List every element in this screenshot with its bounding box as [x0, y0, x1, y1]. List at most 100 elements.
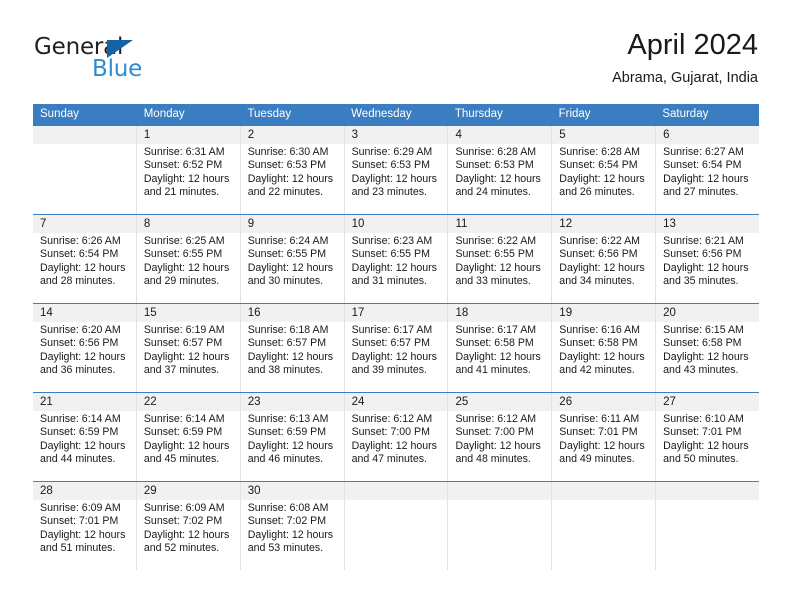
sunset-text: Sunset: 6:54 PM — [559, 159, 638, 172]
daylight-text-line2: and 31 minutes. — [351, 275, 427, 288]
sunset-text: Sunset: 7:00 PM — [351, 426, 430, 439]
day-cell[interactable]: 10 Sunrise: 6:23 AM Sunset: 6:55 PM Dayl… — [344, 215, 449, 303]
sunrise-text: Sunrise: 6:17 AM — [351, 324, 433, 336]
day-cell[interactable] — [344, 482, 449, 570]
daylight-text-line1: Daylight: 12 hours — [247, 261, 334, 274]
day-number: 27 — [656, 393, 760, 411]
daylight-text-line2: and 44 minutes. — [40, 453, 116, 466]
daylight-text-line2: and 37 minutes. — [143, 364, 220, 377]
day-cell[interactable]: 21 Sunrise: 6:14 AM Sunset: 6:59 PM Dayl… — [33, 393, 137, 481]
day-cell[interactable]: 22 Sunrise: 6:14 AM Sunset: 6:59 PM Dayl… — [136, 393, 241, 481]
day-cell[interactable]: 6 Sunrise: 6:27 AM Sunset: 6:54 PM Dayli… — [656, 126, 760, 214]
daylight-text-line2: and 36 minutes. — [40, 364, 116, 377]
day-number: 3 — [344, 126, 448, 144]
day-cell[interactable]: 30 Sunrise: 6:08 AM Sunset: 7:02 PM Dayl… — [240, 482, 345, 570]
daylight-text-line2: and 23 minutes. — [351, 186, 427, 199]
day-cell[interactable]: 15 Sunrise: 6:19 AM Sunset: 6:57 PM Dayl… — [136, 304, 241, 392]
sunrise-text: Sunrise: 6:10 AM — [663, 413, 744, 425]
day-info: Sunrise: 6:14 AM Sunset: 6:59 PM Dayligh… — [33, 411, 136, 467]
day-cell[interactable]: 26 Sunrise: 6:11 AM Sunset: 7:01 PM Dayl… — [552, 393, 657, 481]
sunrise-text: Sunrise: 6:25 AM — [143, 235, 225, 247]
day-cell[interactable]: 19 Sunrise: 6:16 AM Sunset: 6:58 PM Dayl… — [552, 304, 657, 392]
weekday-header-row: Sunday Monday Tuesday Wednesday Thursday… — [33, 104, 759, 125]
sunset-text: Sunset: 6:58 PM — [663, 337, 742, 350]
day-cell[interactable] — [552, 482, 657, 570]
day-cell[interactable]: 9 Sunrise: 6:24 AM Sunset: 6:55 PM Dayli… — [240, 215, 345, 303]
day-cell[interactable] — [448, 482, 553, 570]
day-cell[interactable]: 4 Sunrise: 6:28 AM Sunset: 6:53 PM Dayli… — [448, 126, 553, 214]
day-number: 30 — [240, 482, 344, 500]
day-cell[interactable]: 2 Sunrise: 6:30 AM Sunset: 6:53 PM Dayli… — [240, 126, 345, 214]
day-cell[interactable]: 20 Sunrise: 6:15 AM Sunset: 6:58 PM Dayl… — [656, 304, 760, 392]
location-subtitle: Abrama, Gujarat, India — [612, 70, 758, 86]
daylight-text-line1: Daylight: 12 hours — [40, 261, 126, 274]
sunrise-text: Sunrise: 6:09 AM — [40, 502, 121, 514]
day-info: Sunrise: 6:12 AM Sunset: 7:00 PM Dayligh… — [448, 411, 551, 467]
general-blue-logo[interactable]: General Blue — [34, 34, 234, 90]
day-cell[interactable]: 28 Sunrise: 6:09 AM Sunset: 7:01 PM Dayl… — [33, 482, 137, 570]
day-number: 2 — [240, 126, 344, 144]
sunset-text: Sunset: 6:53 PM — [455, 159, 534, 172]
day-info: Sunrise: 6:09 AM Sunset: 7:02 PM Dayligh… — [137, 500, 240, 556]
day-cell[interactable]: 1 Sunrise: 6:31 AM Sunset: 6:52 PM Dayli… — [136, 126, 241, 214]
daylight-text-line2: and 45 minutes. — [143, 453, 220, 466]
sunset-text: Sunset: 7:01 PM — [40, 515, 119, 528]
day-number: 18 — [448, 304, 552, 322]
sunset-text: Sunset: 6:56 PM — [663, 248, 742, 261]
day-info: Sunrise: 6:28 AM Sunset: 6:54 PM Dayligh… — [552, 144, 655, 200]
daylight-text-line1: Daylight: 12 hours — [663, 172, 749, 185]
day-cell[interactable]: 7 Sunrise: 6:26 AM Sunset: 6:54 PM Dayli… — [33, 215, 137, 303]
day-cell[interactable]: 13 Sunrise: 6:21 AM Sunset: 6:56 PM Dayl… — [656, 215, 760, 303]
sunset-text: Sunset: 7:02 PM — [247, 515, 327, 528]
day-cell[interactable]: 17 Sunrise: 6:17 AM Sunset: 6:57 PM Dayl… — [344, 304, 449, 392]
day-cell[interactable]: 16 Sunrise: 6:18 AM Sunset: 6:57 PM Dayl… — [240, 304, 345, 392]
week-row: 28 Sunrise: 6:09 AM Sunset: 7:01 PM Dayl… — [33, 481, 760, 570]
sunset-text: Sunset: 6:59 PM — [40, 426, 119, 439]
sunrise-text: Sunrise: 6:24 AM — [247, 235, 329, 247]
day-info: Sunrise: 6:17 AM Sunset: 6:58 PM Dayligh… — [448, 322, 551, 378]
daylight-text-line2: and 41 minutes. — [455, 364, 531, 377]
sunset-text: Sunset: 7:01 PM — [663, 426, 742, 439]
sunset-text: Sunset: 6:52 PM — [143, 159, 223, 172]
day-cell[interactable] — [33, 126, 137, 214]
day-cell[interactable]: 24 Sunrise: 6:12 AM Sunset: 7:00 PM Dayl… — [344, 393, 449, 481]
daylight-text-line1: Daylight: 12 hours — [455, 350, 541, 363]
daylight-text-line2: and 39 minutes. — [351, 364, 427, 377]
sunrise-text: Sunrise: 6:15 AM — [663, 324, 744, 336]
sunset-text: Sunset: 6:58 PM — [455, 337, 534, 350]
sunset-text: Sunset: 7:00 PM — [455, 426, 534, 439]
daylight-text-line1: Daylight: 12 hours — [351, 350, 437, 363]
day-info: Sunrise: 6:26 AM Sunset: 6:54 PM Dayligh… — [33, 233, 136, 289]
sunrise-text: Sunrise: 6:27 AM — [663, 146, 744, 158]
day-number — [552, 482, 656, 500]
day-cell[interactable] — [656, 482, 760, 570]
day-cell[interactable]: 27 Sunrise: 6:10 AM Sunset: 7:01 PM Dayl… — [656, 393, 760, 481]
day-cell[interactable]: 5 Sunrise: 6:28 AM Sunset: 6:54 PM Dayli… — [552, 126, 657, 214]
daylight-text-line2: and 27 minutes. — [663, 186, 739, 199]
day-info — [33, 144, 136, 146]
day-info: Sunrise: 6:29 AM Sunset: 6:53 PM Dayligh… — [345, 144, 448, 200]
day-number: 20 — [656, 304, 760, 322]
daylight-text-line1: Daylight: 12 hours — [559, 439, 645, 452]
day-number — [344, 482, 448, 500]
day-cell[interactable]: 18 Sunrise: 6:17 AM Sunset: 6:58 PM Dayl… — [448, 304, 553, 392]
sunset-text: Sunset: 6:56 PM — [559, 248, 638, 261]
day-info: Sunrise: 6:24 AM Sunset: 6:55 PM Dayligh… — [241, 233, 344, 289]
daylight-text-line1: Daylight: 12 hours — [663, 350, 749, 363]
day-cell[interactable]: 14 Sunrise: 6:20 AM Sunset: 6:56 PM Dayl… — [33, 304, 137, 392]
sunrise-text: Sunrise: 6:18 AM — [247, 324, 329, 336]
day-cell[interactable]: 12 Sunrise: 6:22 AM Sunset: 6:56 PM Dayl… — [552, 215, 657, 303]
sunrise-text: Sunrise: 6:16 AM — [559, 324, 640, 336]
day-cell[interactable]: 8 Sunrise: 6:25 AM Sunset: 6:55 PM Dayli… — [136, 215, 241, 303]
day-cell[interactable]: 29 Sunrise: 6:09 AM Sunset: 7:02 PM Dayl… — [136, 482, 241, 570]
sunrise-text: Sunrise: 6:14 AM — [143, 413, 225, 425]
daylight-text-line1: Daylight: 12 hours — [247, 350, 334, 363]
day-cell[interactable]: 25 Sunrise: 6:12 AM Sunset: 7:00 PM Dayl… — [448, 393, 553, 481]
day-cell[interactable]: 3 Sunrise: 6:29 AM Sunset: 6:53 PM Dayli… — [344, 126, 449, 214]
week-row: 1 Sunrise: 6:31 AM Sunset: 6:52 PM Dayli… — [33, 125, 760, 214]
day-number: 16 — [240, 304, 344, 322]
day-cell[interactable]: 23 Sunrise: 6:13 AM Sunset: 6:59 PM Dayl… — [240, 393, 345, 481]
day-cell[interactable]: 11 Sunrise: 6:22 AM Sunset: 6:55 PM Dayl… — [448, 215, 553, 303]
day-number: 23 — [240, 393, 344, 411]
sunset-text: Sunset: 6:56 PM — [40, 337, 119, 350]
